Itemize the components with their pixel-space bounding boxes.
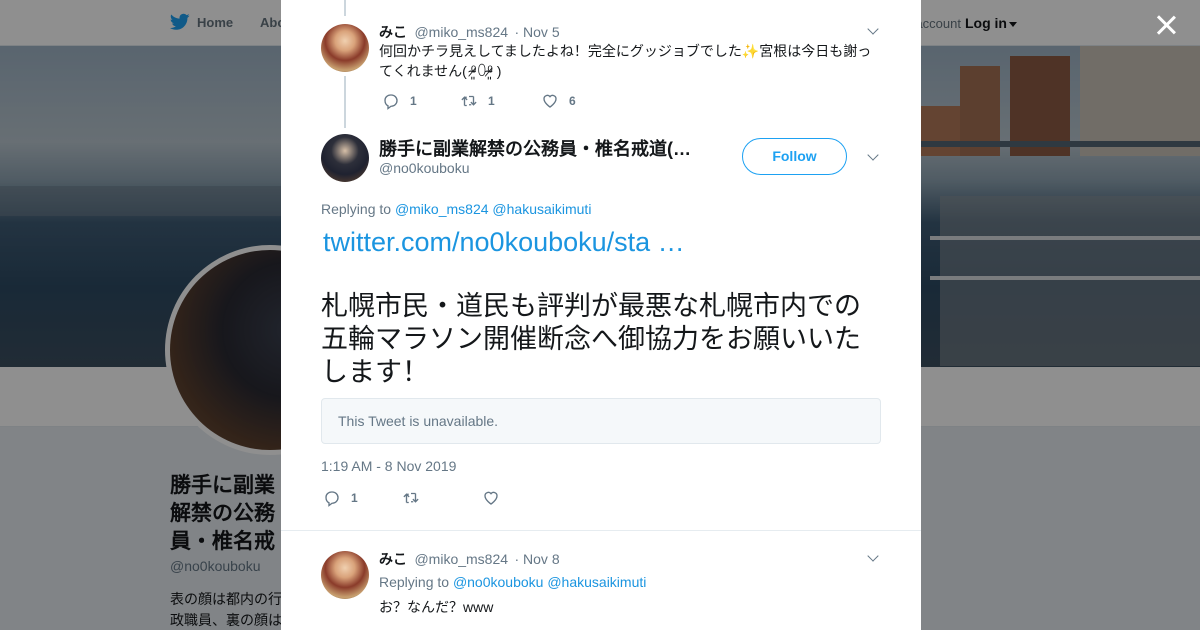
like-action[interactable]: [482, 489, 510, 507]
like-count: 6: [569, 94, 576, 108]
replying-to-user[interactable]: @hakusaikimuti: [547, 574, 646, 590]
tweet-text: 何回かチラ見えしてましたよね！完全にグッジョブでした✨宮根は今日も謝ってくれませ…: [379, 43, 872, 79]
close-modal-button[interactable]: [1153, 12, 1179, 38]
retweet-action[interactable]: 1: [460, 92, 495, 110]
chevron-down-icon[interactable]: [867, 552, 879, 564]
heart-icon: [484, 491, 498, 505]
tweet-timestamp[interactable]: 1:19 AM - 8 Nov 2019: [321, 458, 456, 474]
replying-to-user[interactable]: @hakusaikimuti: [492, 201, 591, 217]
reply-icon: [325, 491, 339, 507]
avatar[interactable]: [321, 24, 369, 72]
heart-icon: [543, 94, 557, 108]
replying-to: Replying to @no0kouboku @hakusaikimuti: [379, 574, 646, 590]
user-name[interactable]: みこ: [379, 551, 407, 567]
tweet-header: みこ @miko_ms824 · Nov 5: [379, 22, 560, 42]
thread-line: [344, 76, 346, 128]
user-name[interactable]: みこ: [379, 24, 407, 40]
main-tweet-user-handle[interactable]: @no0kouboku: [379, 160, 470, 176]
reply-count: 1: [410, 94, 417, 108]
avatar[interactable]: [321, 134, 369, 182]
unavailable-quote-tweet: This Tweet is unavailable.: [321, 398, 881, 444]
user-handle[interactable]: @miko_ms824: [414, 551, 508, 567]
reply-action[interactable]: 1: [323, 489, 358, 507]
tweet-text: お？なんだ？www: [379, 599, 494, 615]
tweet-permalink-modal: みこ @miko_ms824 · Nov 5 何回かチラ見えしてましたよね！完全…: [281, 0, 921, 630]
user-handle[interactable]: @miko_ms824: [414, 24, 508, 40]
reply-action[interactable]: 1: [382, 92, 417, 110]
tweet-date[interactable]: · Nov 5: [514, 24, 559, 40]
replying-to-label: Replying to: [379, 574, 450, 590]
main-tweet-text: 札幌市民・道民も評判が最悪な札幌市内での五輪マラソン開催断念へ御協力をお願いいた…: [321, 291, 861, 387]
retweet-icon: [403, 492, 419, 504]
reply-icon: [384, 94, 398, 110]
replying-to-user[interactable]: @miko_ms824: [395, 201, 489, 217]
retweet-action[interactable]: [402, 489, 430, 507]
thread-line: [344, 0, 346, 16]
retweet-count: 1: [488, 94, 495, 108]
replying-to-label: Replying to: [321, 201, 392, 217]
like-action[interactable]: 6: [541, 92, 576, 110]
replying-to-user[interactable]: @no0kouboku: [453, 574, 544, 590]
tweet-link[interactable]: twitter.com/no0kouboku/sta …: [323, 227, 685, 258]
tweet-date[interactable]: · Nov 8: [514, 551, 559, 567]
avatar[interactable]: [321, 551, 369, 599]
reply-count: 1: [351, 491, 358, 505]
tweet-header: みこ @miko_ms824 · Nov 8: [379, 549, 560, 569]
replying-to: Replying to @miko_ms824 @hakusaikimuti: [321, 201, 591, 217]
follow-button[interactable]: Follow: [742, 138, 847, 175]
divider: [281, 530, 921, 531]
retweet-icon: [461, 95, 477, 107]
main-tweet-user-name[interactable]: 勝手に副業解禁の公務員・椎名戒道(…: [379, 135, 691, 161]
chevron-down-icon[interactable]: [867, 151, 879, 163]
chevron-down-icon[interactable]: [867, 25, 879, 37]
